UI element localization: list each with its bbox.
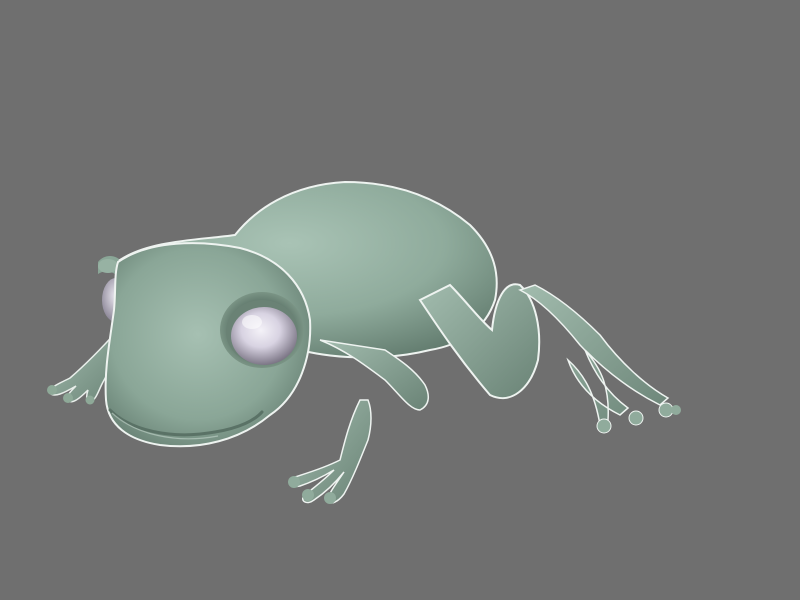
frog-render xyxy=(47,180,681,504)
hind-foot xyxy=(518,284,681,434)
render-viewport xyxy=(0,0,800,600)
near-front-leg xyxy=(288,339,430,504)
near-eye xyxy=(220,292,304,368)
